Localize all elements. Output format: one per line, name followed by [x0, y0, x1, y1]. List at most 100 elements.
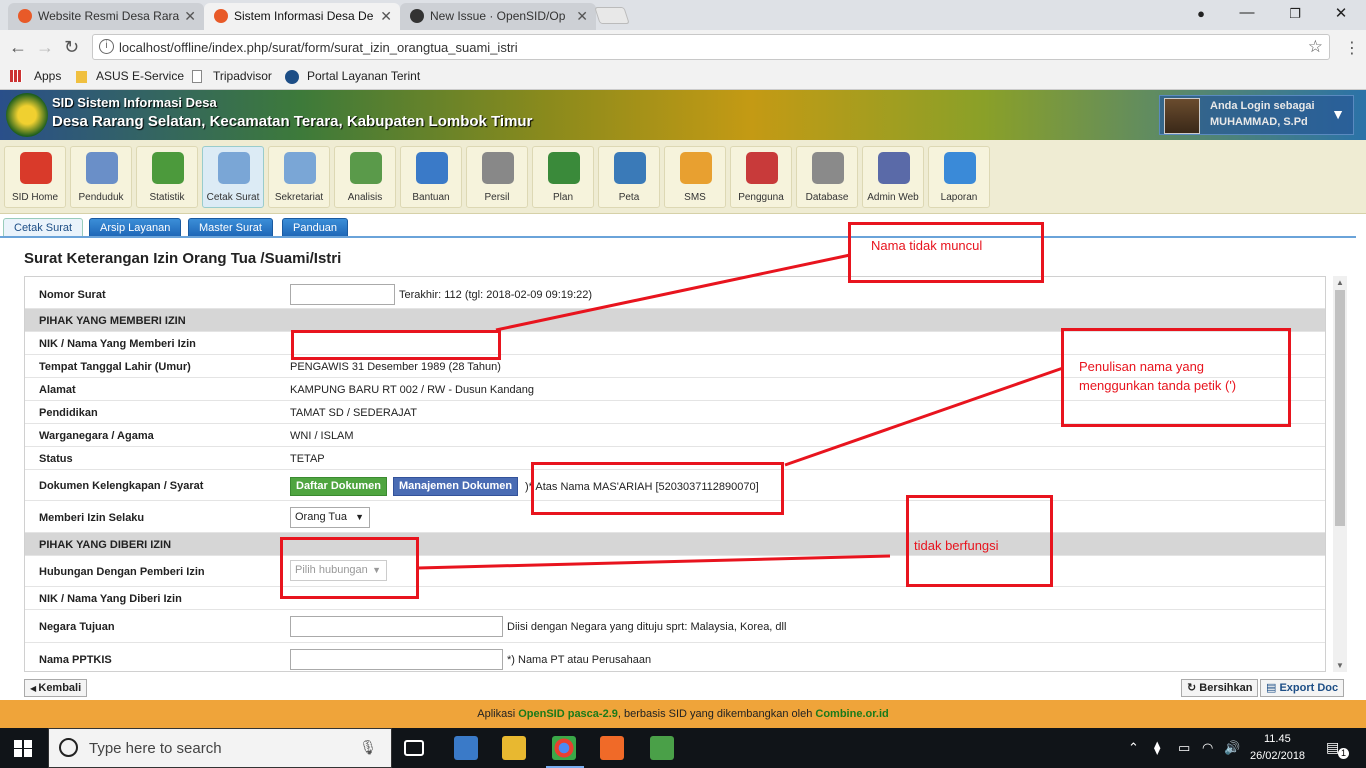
- module-cetak-surat[interactable]: Cetak Surat: [202, 146, 264, 208]
- app-footer: Aplikasi OpenSID pasca-2.9, berbasis SID…: [0, 700, 1366, 728]
- module-plan[interactable]: Plan: [532, 146, 594, 208]
- browser-tab-sistem-informasi[interactable]: Sistem Informasi Desa De ✕: [204, 3, 400, 30]
- module-label: Plan: [552, 192, 573, 203]
- user-name: MUHAMMAD, S.Pd: [1210, 116, 1308, 128]
- module-sekretariat[interactable]: Sekretariat: [268, 146, 330, 208]
- clock-time[interactable]: 11.45: [1264, 733, 1291, 745]
- microphone-icon[interactable]: 🎙: [359, 739, 377, 756]
- highlight-box: [531, 462, 784, 515]
- bookmark-star-icon[interactable]: ☆: [1308, 37, 1323, 57]
- module-persil[interactable]: Persil: [466, 146, 528, 208]
- manajemen-dokumen-button[interactable]: Manajemen Dokumen: [393, 477, 519, 496]
- clock-date[interactable]: 26/02/2018: [1250, 750, 1305, 762]
- sid-home-icon: [20, 152, 52, 184]
- label: Negara Tujuan: [39, 621, 115, 633]
- label: Nomor Surat: [39, 289, 106, 301]
- url-input[interactable]: i localhost/offline/index.php/surat/form…: [92, 34, 1330, 60]
- xampp-icon[interactable]: [600, 736, 624, 760]
- app-icon[interactable]: [454, 736, 478, 760]
- notepad-icon[interactable]: [650, 736, 674, 760]
- nomor-surat-hint: Terakhir: 112 (tgl: 2018-02-09 09:19:22): [399, 289, 593, 301]
- file-explorer-icon[interactable]: [502, 736, 526, 760]
- bookmark-tripadvisor[interactable]: Tripadvisor: [213, 69, 272, 83]
- taskbar-search[interactable]: Type here to search 🎙: [48, 728, 392, 768]
- export-doc-button[interactable]: ▤ Export Doc: [1260, 679, 1345, 697]
- module-admin-web[interactable]: Admin Web: [862, 146, 924, 208]
- restore-icon[interactable]: ❐: [1280, 6, 1310, 22]
- module-analisis[interactable]: Analisis: [334, 146, 396, 208]
- info-icon[interactable]: i: [99, 39, 114, 54]
- tab-arsip-layanan[interactable]: Arsip Layanan: [89, 218, 182, 238]
- selaku-select[interactable]: Orang Tua ▼: [290, 507, 370, 528]
- scrollbar-thumb[interactable]: [1335, 290, 1345, 526]
- annotation-box: Penulisan nama yang menggunkan tanda pet…: [1061, 328, 1291, 427]
- button-label: Export Doc: [1279, 682, 1339, 694]
- footer-combine-link[interactable]: Combine.or.id: [815, 708, 888, 720]
- annotation-text: Penulisan nama yang menggunkan tanda pet…: [1079, 359, 1237, 393]
- selected-value: Orang Tua: [295, 511, 347, 523]
- profile-icon[interactable]: ●: [1186, 6, 1216, 21]
- annotation-text: Nama tidak muncul: [871, 238, 983, 253]
- form-scrollbar[interactable]: ▲ ▼: [1333, 276, 1347, 672]
- pptkis-input[interactable]: [290, 649, 503, 670]
- row-hubungan: Hubungan Dengan Pemberi Izin Pilih hubun…: [25, 556, 1325, 587]
- module-peta[interactable]: Peta: [598, 146, 660, 208]
- negara-tujuan-input[interactable]: [290, 616, 503, 637]
- module-bantuan[interactable]: Bantuan: [400, 146, 462, 208]
- page-title: Surat Keterangan Izin Orang Tua /Suami/I…: [24, 250, 342, 267]
- persil-icon: [482, 152, 514, 184]
- tab-title: Website Resmi Desa Rara: [38, 9, 180, 23]
- bookmark-asus[interactable]: ASUS E-Service: [96, 69, 184, 83]
- footer-app-link[interactable]: OpenSID pasca-2.9: [518, 708, 618, 720]
- browser-tab-website-resmi[interactable]: Website Resmi Desa Rara ✕: [8, 3, 204, 30]
- volume-icon[interactable]: 🔊: [1224, 740, 1240, 756]
- module-sms[interactable]: SMS: [664, 146, 726, 208]
- scroll-up-icon[interactable]: ▲: [1336, 278, 1344, 287]
- module-label: Cetak Surat: [206, 192, 260, 203]
- close-window-icon[interactable]: ✕: [1326, 4, 1356, 22]
- close-tab-icon[interactable]: ✕: [380, 3, 392, 29]
- tab-panduan[interactable]: Panduan: [282, 218, 349, 238]
- battery-icon[interactable]: ▭: [1178, 740, 1190, 756]
- module-database[interactable]: Database: [796, 146, 858, 208]
- module-sid-home[interactable]: SID Home: [4, 146, 66, 208]
- apps-grid-icon[interactable]: [10, 69, 22, 83]
- tab-master-surat[interactable]: Master Surat: [188, 218, 273, 238]
- bookmark-apps[interactable]: Apps: [34, 69, 61, 83]
- module-label: SMS: [684, 192, 706, 203]
- bersihkan-button[interactable]: ↻ Bersihkan: [1181, 679, 1259, 697]
- chevron-down-icon[interactable]: ▼: [1331, 106, 1345, 122]
- label: Hubungan Dengan Pemberi Izin: [39, 566, 205, 578]
- new-tab-button[interactable]: [594, 7, 630, 24]
- admin-web-icon: [878, 152, 910, 184]
- kembali-button[interactable]: ◀ Kembali: [24, 679, 88, 697]
- nomor-surat-input[interactable]: [290, 284, 395, 305]
- windows-start-icon[interactable]: [14, 740, 32, 757]
- chevron-up-icon[interactable]: ⌃: [1128, 740, 1139, 756]
- task-view-icon[interactable]: [404, 740, 424, 756]
- daftar-dokumen-button[interactable]: Daftar Dokumen: [290, 477, 387, 496]
- menu-icon[interactable]: ⋮: [1344, 38, 1360, 58]
- reload-icon[interactable]: ↻: [64, 37, 79, 58]
- close-tab-icon[interactable]: ✕: [184, 3, 196, 29]
- forward-icon[interactable]: →: [36, 37, 54, 58]
- chrome-icon[interactable]: [552, 736, 576, 760]
- row-negara: Negara Tujuan Diisi dengan Negara yang d…: [25, 610, 1325, 643]
- browser-tab-github[interactable]: New Issue · OpenSID/Op ✕: [400, 3, 596, 30]
- dropbox-icon[interactable]: ⧫: [1154, 740, 1160, 756]
- user-menu[interactable]: Anda Login sebagai MUHAMMAD, S.Pd ▼: [1159, 95, 1354, 135]
- module-label: Database: [805, 192, 849, 203]
- minimize-icon[interactable]: —: [1232, 4, 1262, 21]
- close-tab-icon[interactable]: ✕: [576, 3, 588, 29]
- back-icon[interactable]: ←: [9, 37, 27, 58]
- label: Alamat: [39, 384, 76, 396]
- wifi-icon[interactable]: ◠: [1202, 740, 1213, 756]
- module-penduduk[interactable]: Penduduk: [70, 146, 132, 208]
- module-laporan[interactable]: Laporan: [928, 146, 990, 208]
- search-placeholder: Type here to search: [89, 740, 222, 757]
- module-pengguna[interactable]: Pengguna: [730, 146, 792, 208]
- bookmark-portal[interactable]: Portal Layanan Terint: [307, 69, 421, 83]
- scroll-down-icon[interactable]: ▼: [1336, 661, 1344, 670]
- tab-cetak-surat[interactable]: Cetak Surat: [3, 218, 84, 238]
- module-statistik[interactable]: Statistik: [136, 146, 198, 208]
